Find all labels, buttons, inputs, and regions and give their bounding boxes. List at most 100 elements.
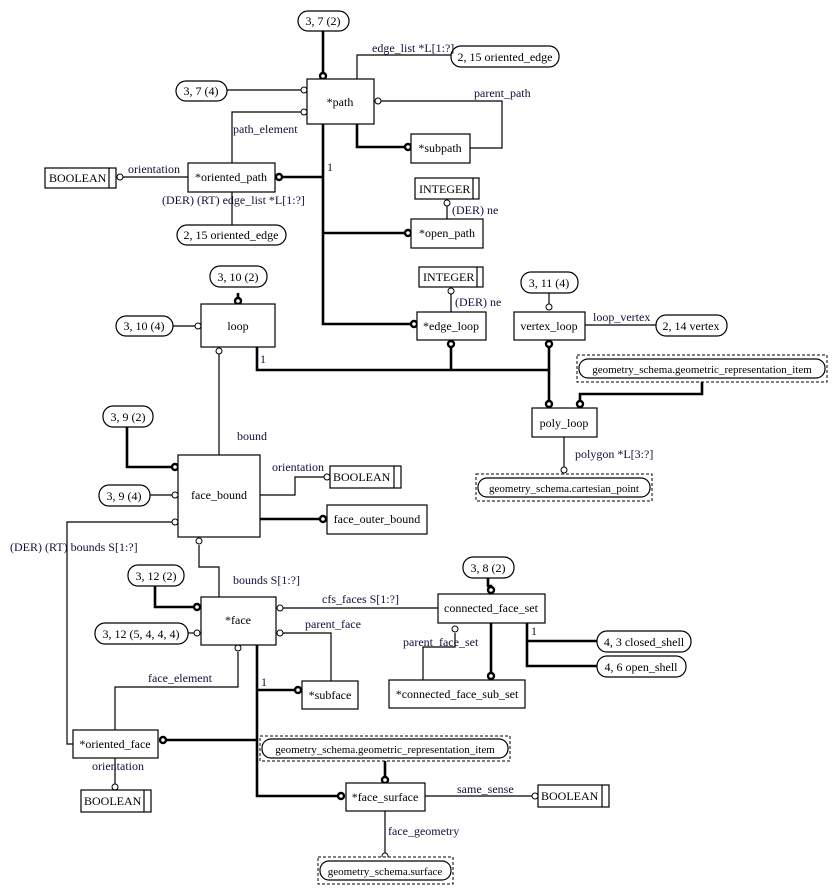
- entity-label: loop: [227, 319, 248, 333]
- attr-der-rt-edge-list: (DER) (RT) edge_list *L[1:?]: [162, 193, 305, 207]
- entity-label: *path: [327, 95, 354, 109]
- entity-label: *open_path: [419, 226, 475, 240]
- attr-cfs-faces: cfs_faces S[1:?]: [322, 592, 399, 606]
- entity-open-path[interactable]: *open_path: [410, 218, 484, 249]
- attr-face-geometry: face_geometry: [388, 824, 459, 838]
- entity-subpath[interactable]: *subpath: [410, 133, 471, 164]
- page-ref-2-15-oriented-edge[interactable]: 2, 15 oriented_edge: [176, 224, 287, 246]
- entity-oriented-face[interactable]: *oriented_face: [72, 729, 159, 759]
- ref-label: 3, 12 (2): [136, 569, 177, 583]
- ref-label: 3, 12 (5, 4, 4, 4): [103, 627, 180, 641]
- type-boolean[interactable]: BOOLEAN: [537, 784, 610, 808]
- entity-edge-loop[interactable]: *edge_loop: [416, 311, 487, 341]
- type-integer[interactable]: INTEGER: [418, 266, 484, 288]
- type-boolean[interactable]: BOOLEAN: [80, 789, 152, 813]
- page-ref-3-10-2[interactable]: 3, 10 (2): [209, 265, 268, 288]
- entity-label: *oriented_path: [195, 170, 267, 184]
- page-ref-2-14-vertex[interactable]: 2, 14 vertex: [655, 314, 728, 337]
- entity-label: *face_surface: [352, 790, 419, 804]
- type-boolean[interactable]: BOOLEAN: [44, 167, 117, 189]
- ref-label: 3, 11 (4): [529, 276, 570, 290]
- page-ref-3-10-4[interactable]: 3, 10 (4): [115, 315, 174, 337]
- ref-label: 4, 6 open_shell: [605, 660, 679, 674]
- type-label: INTEGER: [423, 270, 474, 284]
- cardinality-one: 1: [260, 352, 266, 366]
- entity-connected-face-sub-set[interactable]: *connected_face_sub_set: [388, 679, 526, 709]
- type-label: INTEGER: [419, 182, 470, 196]
- entity-face-surface[interactable]: *face_surface: [345, 782, 426, 812]
- attr-polygon: polygon *L[3:?]: [575, 447, 653, 461]
- attr-parent-path: parent_path: [474, 86, 531, 100]
- entity-face-bound[interactable]: face_bound: [177, 454, 261, 538]
- page-ref-3-9-2[interactable]: 3, 9 (2): [102, 405, 154, 428]
- entity-loop[interactable]: loop: [200, 303, 276, 348]
- page-ref-3-11-4[interactable]: 3, 11 (4): [520, 271, 579, 294]
- ref-label: 3, 7 (4): [184, 84, 219, 98]
- ref-label: 2, 15 oriented_edge: [184, 228, 279, 242]
- schema-ref-surface[interactable]: geometry_schema.surface: [317, 856, 454, 885]
- ref-label: 2, 15 oriented_edge: [458, 50, 553, 64]
- attr-der-ne: (DER) ne: [452, 203, 498, 217]
- ref-label: 3, 9 (2): [111, 410, 146, 424]
- attr-face-element: face_element: [148, 671, 213, 685]
- entity-subface[interactable]: *subface: [301, 680, 359, 710]
- attr-parent-face: parent_face: [305, 617, 361, 631]
- ref-label: 4, 3 closed_shell: [604, 635, 685, 649]
- entity-label: *subface: [309, 688, 352, 702]
- attr-orientation: orientation: [92, 759, 144, 773]
- entity-oriented-path[interactable]: *oriented_path: [187, 162, 276, 193]
- ref-label: 2, 14 vertex: [663, 319, 720, 333]
- type-integer[interactable]: INTEGER: [414, 177, 480, 200]
- page-ref-3-12-5-4-4-4[interactable]: 3, 12 (5, 4, 4, 4): [94, 622, 189, 645]
- attr-orientation: orientation: [272, 460, 324, 474]
- entity-poly-loop[interactable]: poly_loop: [531, 407, 598, 438]
- schema-ref-cartesian-point[interactable]: geometry_schema.cartesian_point: [475, 473, 653, 502]
- schema-ref-geometric-representation-item[interactable]: geometry_schema.geometric_representation…: [576, 354, 828, 383]
- type-label: BOOLEAN: [49, 171, 107, 185]
- entity-vertex-loop[interactable]: vertex_loop: [513, 311, 586, 341]
- cardinality-one: 1: [327, 160, 333, 174]
- entity-label: *connected_face_sub_set: [396, 687, 519, 701]
- page-ref-3-7-2[interactable]: 3, 7 (2): [297, 10, 350, 32]
- schema-ref-geometric-representation-item[interactable]: geometry_schema.geometric_representation…: [259, 735, 511, 762]
- entity-label: *edge_loop: [423, 319, 479, 333]
- attr-bounds: bounds S[1:?]: [233, 573, 300, 587]
- page-ref-3-12-2[interactable]: 3, 12 (2): [127, 564, 185, 587]
- attr-orientation: orientation: [128, 162, 180, 176]
- attr-der-ne: (DER) ne: [455, 295, 501, 309]
- attr-loop-vertex: loop_vertex: [593, 310, 650, 324]
- entity-label: *subpath: [418, 141, 461, 155]
- page-ref-3-8-2[interactable]: 3, 8 (2): [462, 556, 515, 579]
- type-label: BOOLEAN: [84, 794, 142, 808]
- entity-label: *oriented_face: [79, 737, 150, 751]
- entity-label: poly_loop: [540, 416, 589, 430]
- type-label: BOOLEAN: [333, 470, 391, 484]
- page-ref-4-6-open-shell[interactable]: 4, 6 open_shell: [596, 655, 687, 678]
- entity-path[interactable]: *path: [306, 78, 375, 125]
- ref-label: 3, 10 (2): [218, 270, 259, 284]
- entity-face-outer-bound[interactable]: face_outer_bound: [326, 504, 428, 535]
- type-boolean[interactable]: BOOLEAN: [329, 465, 402, 489]
- express-g-diagram: *path *subpath *oriented_path *open_path…: [10, 10, 828, 885]
- entity-label: face_outer_bound: [334, 512, 421, 526]
- attr-path-element: path_element: [233, 122, 298, 136]
- entity-label: vertex_loop: [520, 319, 577, 333]
- attr-bound: bound: [237, 429, 267, 443]
- ref-label: geometry_schema.geometric_representation…: [275, 744, 495, 756]
- entity-label: connected_face_set: [444, 601, 539, 615]
- cardinality-one: 1: [261, 675, 267, 689]
- page-ref-2-15-oriented-edge[interactable]: 2, 15 oriented_edge: [450, 45, 560, 68]
- ref-label: geometry_schema.geometric_representation…: [592, 364, 812, 376]
- ref-label: geometry_schema.surface: [328, 866, 443, 878]
- page-ref-3-7-4[interactable]: 3, 7 (4): [175, 80, 228, 102]
- entity-connected-face-set[interactable]: connected_face_set: [437, 593, 546, 624]
- entity-face[interactable]: *face: [200, 596, 277, 646]
- ref-label: geometry_schema.cartesian_point: [489, 483, 639, 495]
- attr-parent-face-set: parent_face_set: [403, 635, 479, 649]
- page-ref-3-9-4[interactable]: 3, 9 (4): [98, 484, 151, 507]
- entity-label: face_bound: [191, 488, 247, 502]
- attr-same-sense: same_sense: [457, 782, 514, 796]
- cardinality-one: 1: [531, 624, 537, 638]
- page-ref-4-3-closed-shell[interactable]: 4, 3 closed_shell: [596, 630, 692, 653]
- attr-edge-list: edge_list *L[1:?]: [372, 41, 454, 55]
